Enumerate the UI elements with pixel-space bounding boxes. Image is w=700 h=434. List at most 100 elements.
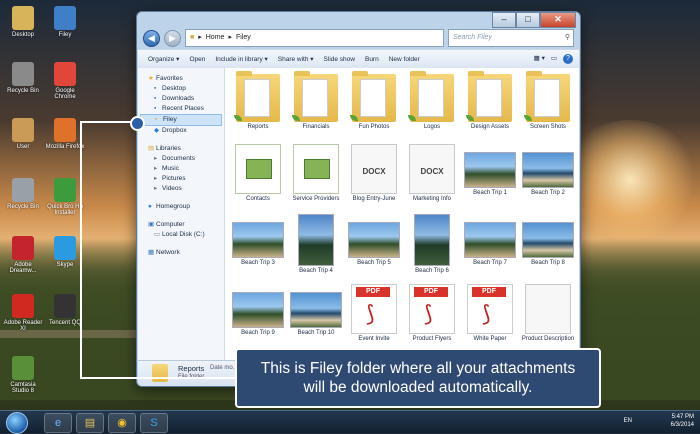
file-item[interactable]: Logos xyxy=(403,71,461,142)
nav-recent-places[interactable]: ▪ Recent Places xyxy=(138,104,224,114)
minimize-button[interactable]: – xyxy=(492,12,516,28)
file-item[interactable]: Contacts xyxy=(229,142,287,212)
nav-local-disk[interactable]: ▭ Local Disk (C:) xyxy=(138,230,224,240)
file-item[interactable]: Financials xyxy=(287,71,345,142)
breadcrumb-sep: ▸ xyxy=(198,34,202,41)
file-item[interactable]: Beach Trip 7 xyxy=(461,212,519,282)
file-type-tag: DOCX xyxy=(420,167,444,176)
acrobat-swoosh-icon: ⟆ xyxy=(482,301,491,326)
toolbar-slide-show[interactable]: Slide show xyxy=(324,56,355,63)
toolbar-include-library[interactable]: Include in library ▾ xyxy=(215,55,267,63)
file-name: Blog Entry-June xyxy=(352,196,396,202)
desktop-icon-item[interactable]: User xyxy=(2,118,44,150)
view-options-icon[interactable]: ▦ ▾ xyxy=(534,54,545,64)
nav-pictures[interactable]: ▸ Pictures xyxy=(138,174,224,184)
close-button[interactable]: ✕ xyxy=(540,12,576,28)
search-input[interactable]: Search Filey ⚲ xyxy=(448,29,574,47)
nav-network[interactable]: ▦ Network xyxy=(138,248,224,258)
address-bar[interactable]: ■ ▸ Home ▸ Filey xyxy=(185,29,444,47)
toolbar-open[interactable]: Open xyxy=(189,56,205,63)
file-item[interactable]: DOCX Blog Entry-June xyxy=(345,142,403,212)
desktop-icon-item[interactable]: Filey xyxy=(44,6,86,38)
desktop-app-icon xyxy=(12,294,34,318)
desktop-icon-item[interactable]: Camtasia Studio 8 xyxy=(2,356,44,394)
nav-videos[interactable]: ▸ Videos xyxy=(138,184,224,194)
file-item[interactable]: PDF ⟆ Product Flyers xyxy=(403,282,461,352)
help-icon[interactable]: ? xyxy=(563,54,573,64)
folder-icon xyxy=(466,71,512,122)
toolbar-share-with[interactable]: Share with ▾ xyxy=(278,55,314,63)
search-icon[interactable]: ⚲ xyxy=(565,30,570,46)
nav-music[interactable]: ▸ Music xyxy=(138,164,224,174)
videos-icon: ▸ xyxy=(154,185,158,192)
file-explorer-icon[interactable]: ▤ xyxy=(76,413,104,433)
file-item[interactable]: Screen Shots xyxy=(519,71,577,142)
desktop-icon-item[interactable]: Recycle Bin xyxy=(2,178,44,210)
file-name: Beach Trip 1 xyxy=(473,190,507,196)
nav-favorites[interactable]: ★ Favorites xyxy=(138,74,224,84)
language-indicator[interactable]: EN xyxy=(624,417,632,425)
file-item[interactable]: Reports xyxy=(229,71,287,142)
desktop-icon-label: Camtasia Studio 8 xyxy=(10,382,36,394)
toolbar-organize[interactable]: Organize ▾ xyxy=(148,55,179,63)
start-button[interactable] xyxy=(6,412,28,434)
file-item[interactable]: Fun Photos xyxy=(345,71,403,142)
docx-icon: DOCX xyxy=(351,144,397,194)
file-item[interactable]: Product Description xyxy=(519,282,577,352)
file-name: Beach Trip 9 xyxy=(241,330,275,336)
desktop-icon-item[interactable]: Adobe Dreamw... xyxy=(2,236,44,274)
toolbar-burn[interactable]: Burn xyxy=(365,56,379,63)
file-item[interactable]: DOCX Marketing Info xyxy=(403,142,461,212)
file-item[interactable]: Beach Trip 5 xyxy=(345,212,403,282)
desktop-icon-item[interactable]: Google Chrome xyxy=(44,62,86,100)
chrome-icon[interactable]: ◉ xyxy=(108,413,136,433)
file-item[interactable]: PDF ⟆ White Paper xyxy=(461,282,519,352)
file-item[interactable]: Beach Trip 6 xyxy=(403,212,461,282)
photo-thumbnail xyxy=(232,292,284,328)
back-button[interactable]: ◀ xyxy=(143,29,160,47)
nav-desktop[interactable]: ▪ Desktop xyxy=(138,84,224,94)
nav-downloads[interactable]: ▪ Downloads xyxy=(138,94,224,104)
desktop-icon-item[interactable]: Adobe Reader XI xyxy=(2,294,44,332)
skype-icon[interactable]: S xyxy=(140,413,168,433)
nav-filey[interactable]: ▪ Filey xyxy=(140,114,222,126)
pictures-icon: ▸ xyxy=(154,175,158,182)
toolbar-new-folder[interactable]: New folder xyxy=(389,56,420,63)
file-item[interactable]: Service Providers xyxy=(287,142,345,212)
preview-pane-icon[interactable]: ▭ xyxy=(551,54,557,64)
nav-libraries[interactable]: ▤ Libraries xyxy=(138,144,224,154)
file-type-tag: PDF xyxy=(472,287,506,297)
maximize-button[interactable]: □ xyxy=(516,12,540,28)
desktop-app-icon xyxy=(12,356,34,380)
internet-explorer-icon[interactable]: e xyxy=(44,413,72,433)
desktop-icon-label: User xyxy=(16,144,30,150)
folder-contents xyxy=(302,79,328,117)
file-name: Logos xyxy=(423,124,441,130)
file-item[interactable]: Beach Trip 4 xyxy=(287,212,345,282)
callout-box: This is Filey folder where all your atta… xyxy=(235,348,601,408)
desktop-icon-item[interactable]: Recycle Bin xyxy=(2,62,44,94)
nav-dropbox[interactable]: ◆ Dropbox xyxy=(138,126,224,136)
file-item[interactable]: Beach Trip 9 xyxy=(229,282,287,352)
desktop-icon-item[interactable]: Desktop xyxy=(2,6,44,38)
file-item[interactable]: Design Assets xyxy=(461,71,519,142)
nav-computer[interactable]: ▣ Computer xyxy=(138,220,224,230)
clock-date[interactable]: 6/3/2014 xyxy=(671,421,694,429)
breadcrumb-home[interactable]: Home xyxy=(206,30,225,46)
file-list: Reports Financials Fun Photos Logos Design A… xyxy=(225,68,579,360)
disk-icon: ▭ xyxy=(154,231,161,238)
nav-documents[interactable]: ▸ Documents xyxy=(138,154,224,164)
file-name: Fun Photos xyxy=(358,124,390,130)
breadcrumb-filey[interactable]: Filey xyxy=(236,30,251,46)
file-item[interactable]: Beach Trip 1 xyxy=(461,142,519,212)
file-item[interactable]: Beach Trip 3 xyxy=(229,212,287,282)
title-buttons: – □ ✕ xyxy=(492,12,576,28)
sync-leaf-icon xyxy=(524,115,532,121)
file-item[interactable]: Beach Trip 2 xyxy=(519,142,577,212)
clock-time[interactable]: 5:47 PM xyxy=(671,413,694,421)
file-item[interactable]: Beach Trip 10 xyxy=(287,282,345,352)
file-item[interactable]: Beach Trip 8 xyxy=(519,212,577,282)
nav-homegroup[interactable]: ● Homegroup xyxy=(138,202,224,212)
forward-button[interactable]: ▶ xyxy=(164,29,181,47)
file-item[interactable]: PDF ⟆ Event Invite xyxy=(345,282,403,352)
